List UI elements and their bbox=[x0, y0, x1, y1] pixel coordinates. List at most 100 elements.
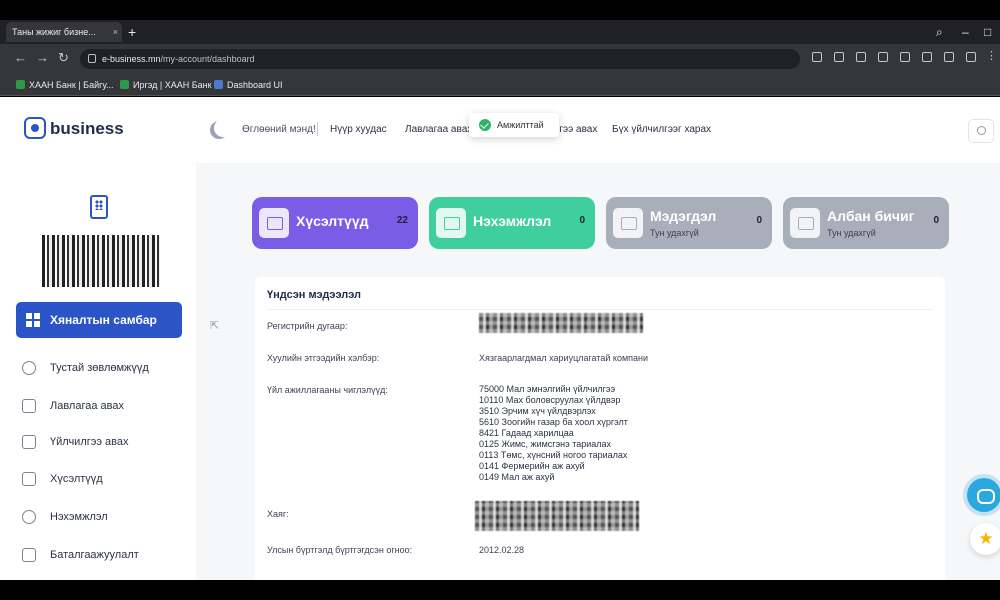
extension-icon[interactable] bbox=[812, 52, 822, 62]
sidebar-item-label: Нэхэмжлэл bbox=[50, 511, 108, 523]
card-invoices[interactable]: Нэхэмжлэл 0 bbox=[429, 197, 595, 249]
forward-icon[interactable]: → bbox=[36, 50, 49, 65]
building-icon bbox=[90, 195, 108, 219]
favorite-button[interactable]: ★ bbox=[970, 523, 1000, 555]
lightbulb-icon bbox=[22, 361, 36, 375]
sidebar-item-requests[interactable]: Хүсэлтүүд bbox=[22, 469, 103, 489]
extension-icon[interactable] bbox=[834, 52, 844, 62]
card-count: 0 bbox=[756, 215, 762, 226]
list-item: 8421 Гадаад харилцаа bbox=[479, 428, 574, 438]
chat-button[interactable] bbox=[967, 478, 1000, 512]
sidebar-item-recommendations[interactable]: Тустай зөвлөмжүүд bbox=[22, 358, 149, 378]
activities-label: Үйл ажиллагааны чиглэлүүд: bbox=[267, 385, 388, 395]
sidebar-item-label: Хүсэлтүүд bbox=[50, 473, 103, 485]
redacted-address bbox=[475, 501, 639, 531]
back-icon[interactable]: ← bbox=[14, 50, 27, 65]
card-official-letters[interactable]: Албан бичиг Тун удахгүй 0 bbox=[783, 197, 949, 249]
bookmark-favicon-icon bbox=[120, 80, 129, 89]
legal-form-label: Хуулийн этгээдийн хэлбэр: bbox=[267, 353, 380, 363]
sidebar-item-label: Хяналтын самбар bbox=[50, 313, 157, 327]
sidebar-item-dashboard[interactable]: Хяналтын самбар bbox=[16, 302, 182, 338]
nav-all-services[interactable]: Бүх үйлчилгээг харах bbox=[612, 124, 711, 135]
bookmark-item[interactable]: ХААН Банк | Байгу... bbox=[16, 78, 114, 92]
request-icon bbox=[22, 472, 36, 486]
nav-references[interactable]: Лавлагаа авах bbox=[405, 124, 472, 135]
minimize-icon[interactable]: – bbox=[962, 22, 969, 42]
list-item: 3510 Эрчим хүч үйлдвэрлэх bbox=[479, 406, 596, 416]
card-notifications[interactable]: Мэдэгдэл Тун удахгүй 0 bbox=[606, 197, 772, 249]
qr-code bbox=[42, 235, 160, 287]
card-subtitle: Тун удахгүй bbox=[827, 228, 876, 238]
list-item: 0125 Жимс, жимсгэнэ тариалах bbox=[479, 439, 612, 449]
browser-toolbar: ← → ↻ e-business.mn/my-account/dashboard… bbox=[0, 44, 1000, 74]
letter-icon bbox=[790, 208, 820, 238]
success-toast: Амжилттай bbox=[469, 113, 559, 137]
extension-icon[interactable] bbox=[856, 52, 866, 62]
list-item: 10110 Мах боловсруулах үйлдвэр bbox=[479, 395, 621, 405]
profile-icon[interactable] bbox=[966, 52, 976, 62]
divider bbox=[267, 309, 933, 310]
toast-text: Амжилттай bbox=[497, 120, 544, 130]
grid-icon bbox=[26, 313, 40, 327]
menu-dots-icon[interactable]: ⋮ bbox=[986, 49, 997, 62]
address-bar[interactable]: e-business.mn/my-account/dashboard bbox=[80, 49, 800, 69]
reload-icon[interactable]: ↻ bbox=[58, 50, 69, 66]
sidebar-item-label: Баталгаажуулалт bbox=[50, 549, 139, 561]
sidebar-item-verification[interactable]: Баталгаажуулалт bbox=[22, 545, 139, 565]
card-title: Нэхэмжлэл bbox=[473, 213, 552, 229]
check-circle-icon bbox=[479, 119, 491, 131]
list-item: 75000 Мал эмнэлгийн үйлчилгээ bbox=[479, 384, 616, 394]
bookmarks-bar: ХААН Банк | Байгу... Иргэд | ХААН Банк D… bbox=[0, 74, 1000, 96]
url-text: e-business.mn/my-account/dashboard bbox=[102, 54, 255, 64]
nav-home[interactable]: Нүүр хуудас bbox=[330, 124, 387, 135]
greeting-text: Өглөөний мэнд! bbox=[242, 124, 316, 135]
card-title: Албан бичиг bbox=[827, 208, 915, 224]
logo-icon bbox=[24, 117, 46, 139]
browser-tab[interactable]: Таны жижиг бизне... × bbox=[6, 22, 122, 42]
maximize-icon[interactable]: □ bbox=[984, 22, 991, 42]
address-label: Хаяг: bbox=[267, 509, 289, 519]
top-header: Өглөөний мэнд! Нүүр хуудас Лавлагаа авах… bbox=[196, 97, 1000, 163]
bookmark-item[interactable]: Иргэд | ХААН Банк bbox=[120, 78, 212, 92]
extension-icon[interactable] bbox=[900, 52, 910, 62]
card-count: 0 bbox=[933, 215, 939, 226]
card-requests[interactable]: Хүсэлтүүд 22 bbox=[252, 197, 418, 249]
basic-info-panel: Үндсэн мэдээлэл Регистрийн дугаар: Хуули… bbox=[255, 277, 945, 580]
bookmark-favicon-icon bbox=[16, 80, 25, 89]
search-tabs-icon[interactable]: ⌕ bbox=[936, 22, 943, 42]
new-tab-button[interactable]: + bbox=[128, 22, 136, 42]
logo-text: business bbox=[50, 119, 124, 138]
sidebar-item-services[interactable]: Үйлчилгээ авах bbox=[22, 432, 128, 452]
list-item: 5610 Зоогийн газар ба хоол хүргэлт bbox=[479, 417, 628, 427]
card-count: 22 bbox=[396, 215, 408, 226]
registration-date-value: 2012.02.28 bbox=[479, 545, 525, 555]
list-item: 0113 Төмс, хүнсний ногоо тариалах bbox=[479, 450, 628, 460]
notification-icon bbox=[613, 208, 643, 238]
extension-icon[interactable] bbox=[922, 52, 932, 62]
invoice-icon bbox=[22, 510, 36, 524]
activities-list: 75000 Мал эмнэлгийн үйлчилгээ 10110 Мах … bbox=[479, 384, 628, 483]
card-subtitle: Тун удахгүй bbox=[650, 228, 699, 238]
sidebar-item-invoices[interactable]: Нэхэмжлэл bbox=[22, 507, 108, 527]
card-title: Хүсэлтүүд bbox=[296, 213, 369, 229]
invoice-icon bbox=[436, 208, 466, 238]
search-button[interactable] bbox=[968, 119, 994, 143]
legal-form-value: Хязгаарлагдмал хариуцлагатай компани bbox=[479, 353, 649, 363]
verification-icon bbox=[22, 548, 36, 562]
bookmark-item[interactable]: Dashboard UI bbox=[214, 78, 283, 92]
sidebar-item-label: Тустай зөвлөмжүүд bbox=[50, 362, 149, 374]
moon-icon bbox=[214, 119, 232, 137]
redacted-reg-number bbox=[479, 313, 643, 333]
panel-title: Үндсэн мэдээлэл bbox=[267, 289, 362, 301]
web-page: business Хяналтын самбар Тустай зөвлөмжү… bbox=[0, 97, 1000, 580]
browser-tab-title: Таны жижиг бизне... bbox=[12, 27, 96, 37]
reg-number-label: Регистрийн дугаар: bbox=[267, 321, 348, 331]
extension-icon[interactable] bbox=[878, 52, 888, 62]
screen: Таны жижиг бизне... × + ⌕ – □ ← → ↻ e-bu… bbox=[0, 0, 1000, 600]
extension-icon[interactable] bbox=[944, 52, 954, 62]
letterbox-bar bbox=[0, 580, 1000, 600]
sidebar-item-references[interactable]: Лавлагаа авах bbox=[22, 396, 124, 416]
service-icon bbox=[22, 435, 36, 449]
close-icon[interactable]: × bbox=[113, 22, 118, 42]
collapse-sidebar-icon[interactable]: ⇱ bbox=[210, 319, 219, 332]
